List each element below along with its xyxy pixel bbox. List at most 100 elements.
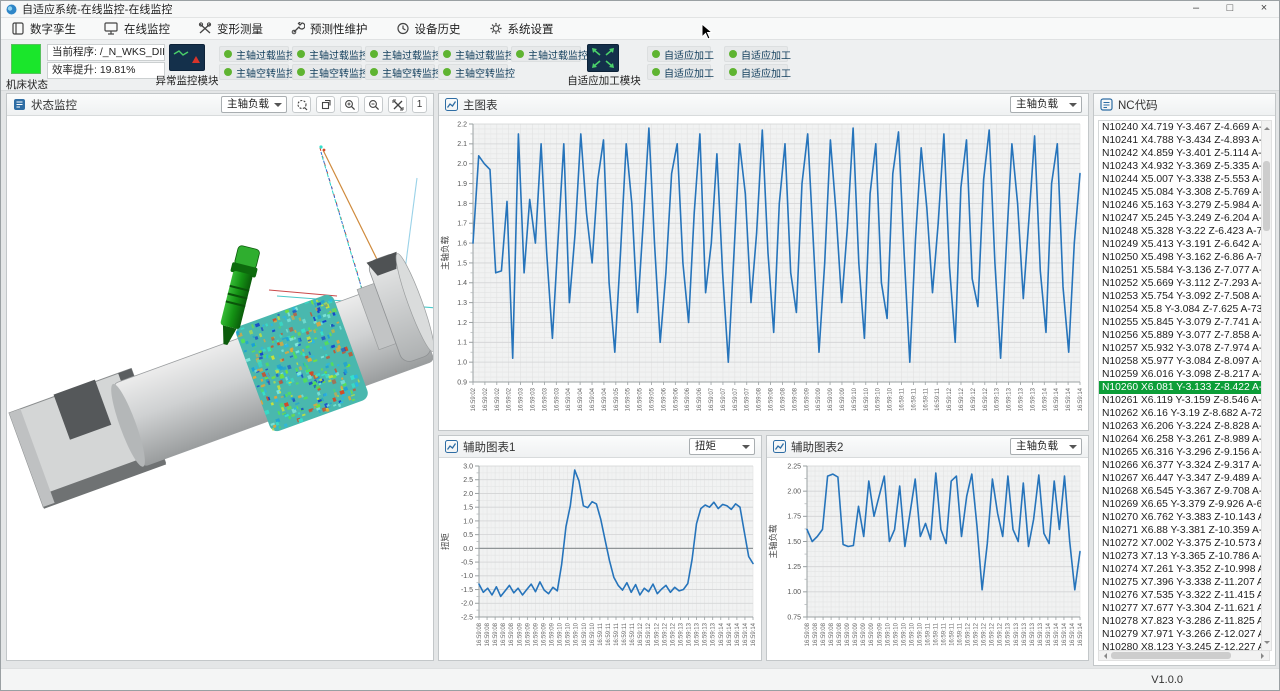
spindle-overload-monitor-button[interactable]: 主轴过载监控 <box>292 46 362 62</box>
nc-code-line[interactable]: N10262 X6.16 Y-3.19 Z-8.682 A-72.534 C <box>1099 407 1261 420</box>
menu-item-system-settings[interactable]: 系统设置 <box>489 21 554 37</box>
menu-item-predictive-maintenance[interactable]: 预测性维护 <box>291 21 368 37</box>
nc-code-line[interactable]: N10277 X7.677 Y-3.304 Z-11.621 A-64.48 <box>1099 602 1261 615</box>
spindle-idle-monitor-button[interactable]: 主轴空转监控 <box>219 64 289 80</box>
nc-code-line[interactable]: N10256 X5.889 Y-3.077 Z-7.858 A-73.348 <box>1099 329 1261 342</box>
idle-monitor-row: 主轴空转监控主轴空转监控主轴空转监控主轴空转监控 <box>219 64 508 80</box>
svg-text:16:59:03: 16:59:03 <box>554 387 560 411</box>
menu-item-online-monitoring[interactable]: 在线监控 <box>104 21 170 37</box>
svg-text:16:59:12: 16:59:12 <box>971 387 977 411</box>
lasso-select-icon[interactable] <box>292 96 311 113</box>
nc-horizontal-scrollbar[interactable] <box>1098 650 1270 661</box>
nc-vertical-scrollbar[interactable] <box>1261 120 1272 651</box>
fit-view-icon[interactable] <box>388 96 407 113</box>
spindle-overload-monitor-button[interactable]: 主轴过载监控 <box>438 46 508 62</box>
nc-code-line[interactable]: N10242 X4.859 Y-3.401 Z-5.114 A-75.775 <box>1099 147 1261 160</box>
adaptive-module-icon[interactable] <box>587 44 619 72</box>
nc-code-line[interactable]: N10266 X6.377 Y-3.324 Z-9.317 A-71.443 <box>1099 459 1261 472</box>
aux-chart2-signal-dropdown[interactable]: 主轴负载 <box>1010 438 1082 455</box>
adaptive-machining-button[interactable]: 自适应加工 <box>647 64 711 80</box>
adaptive-machining-button[interactable]: 自适应加工 <box>724 64 788 80</box>
spindle-overload-monitor-button[interactable]: 主轴过载监控 <box>219 46 289 62</box>
anomaly-module-icon[interactable] <box>169 44 205 71</box>
nc-code-line[interactable]: N10261 X6.119 Y-3.159 Z-8.546 A-72.701 <box>1099 394 1261 407</box>
menu-item-device-history[interactable]: 设备历史 <box>396 21 461 37</box>
nc-code-line[interactable]: N10246 X5.163 Y-3.279 Z-5.984 A-74.892 <box>1099 199 1261 212</box>
nc-code-line[interactable]: N10265 X6.316 Y-3.296 Z-9.156 A-71.771 <box>1099 446 1261 459</box>
nc-code-line[interactable]: N10260 X6.081 Y-3.133 Z-8.422 A-72.835 <box>1099 381 1261 394</box>
svg-text:主轴负载: 主轴负载 <box>440 236 450 271</box>
svg-text:16:59:14: 16:59:14 <box>751 622 757 646</box>
chip-label: 主轴过载监控 <box>382 47 442 62</box>
svg-text:16:59:08: 16:59:08 <box>813 622 819 646</box>
close-button[interactable]: × <box>1247 1 1280 18</box>
nc-code-line[interactable]: N10248 X5.328 Y-3.22 Z-6.423 A-74.52 C <box>1099 225 1261 238</box>
view-count-box[interactable]: 1 <box>412 96 427 113</box>
nc-code-line[interactable]: N10264 X6.258 Y-3.261 Z-8.989 A-72.072 <box>1099 433 1261 446</box>
nc-code-line[interactable]: N10250 X5.498 Y-3.162 Z-6.86 A-74.178 C <box>1099 251 1261 264</box>
nc-code-line[interactable]: N10273 X7.13 Y-3.365 Z-10.786 A-67.372 <box>1099 550 1261 563</box>
nc-code-line[interactable]: N10275 X7.396 Y-3.338 Z-11.207 A-65.95 <box>1099 576 1261 589</box>
menu-item-digital-twin[interactable]: 数字孪生 <box>11 21 76 37</box>
nc-code-line[interactable]: N10279 X7.971 Y-3.266 Z-12.027 A-62.98 <box>1099 628 1261 641</box>
line-chart-icon <box>773 440 786 453</box>
nc-vscroll-thumb[interactable] <box>1263 161 1270 231</box>
orbit-rotate-icon[interactable] <box>316 96 335 113</box>
svg-text:16:59:06: 16:59:06 <box>661 387 667 411</box>
spindle-idle-monitor-button[interactable]: 主轴空转监控 <box>365 64 435 80</box>
nc-code-line[interactable]: N10270 X6.762 Y-3.383 Z-10.143 A-69.34 <box>1099 511 1261 524</box>
spindle-idle-monitor-button[interactable]: 主轴空转监控 <box>438 64 508 80</box>
nc-code-line[interactable]: N10272 X7.002 Y-3.375 Z-10.573 A-68.05 <box>1099 537 1261 550</box>
green-status-dot-icon <box>443 50 451 58</box>
nc-code-line[interactable]: N10240 X4.719 Y-3.467 Z-4.669 A-76.396 <box>1099 121 1261 134</box>
spindle-idle-monitor-button[interactable]: 主轴空转监控 <box>292 64 362 80</box>
zoom-out-icon[interactable] <box>364 96 383 113</box>
spindle-overload-monitor-button[interactable]: 主轴过载监控 <box>365 46 435 62</box>
aux-chart2-plot[interactable]: 0.751.001.251.501.752.002.2516:59:0816:5… <box>767 458 1088 659</box>
nc-code-list[interactable]: N10240 X4.719 Y-3.467 Z-4.669 A-76.396N1… <box>1098 120 1262 651</box>
main-chart-plot[interactable]: 0.91.01.11.21.31.41.51.61.71.81.92.02.12… <box>439 116 1088 430</box>
green-status-dot-icon <box>224 50 232 58</box>
zoom-in-icon[interactable] <box>340 96 359 113</box>
nc-code-line[interactable]: N10241 X4.788 Y-3.434 Z-4.893 A-76.062 <box>1099 134 1261 147</box>
main-chart-signal-dropdown[interactable]: 主轴负载 <box>1010 96 1082 113</box>
minimize-button[interactable]: – <box>1179 1 1213 18</box>
nc-code-line[interactable]: N10252 X5.669 Y-3.112 Z-7.293 A-73.844 <box>1099 277 1261 290</box>
adaptive-machining-button[interactable]: 自适应加工 <box>647 46 711 62</box>
spindle-overload-monitor-button[interactable]: 主轴过载监控 <box>511 46 581 62</box>
nc-code-line[interactable]: N10244 X5.007 Y-3.338 Z-5.553 A-75.297 <box>1099 173 1261 186</box>
nc-hscroll-thumb[interactable] <box>1111 652 1231 659</box>
nc-code-line[interactable]: N10254 X5.8 Y-3.084 Z-7.625 A-73.571 C <box>1099 303 1261 316</box>
adaptive-machining-button[interactable]: 自适应加工 <box>724 46 788 62</box>
nc-code-line[interactable]: N10257 X5.932 Y-3.078 Z-7.974 A-73.243 <box>1099 342 1261 355</box>
nc-code-line[interactable]: N10255 X5.845 Y-3.079 Z-7.741 A-73.458 <box>1099 316 1261 329</box>
3d-model-viewport[interactable] <box>7 116 433 660</box>
nc-code-line[interactable]: N10243 X4.932 Y-3.369 Z-5.335 A-75.523 <box>1099 160 1261 173</box>
nc-code-line[interactable]: N10267 X6.447 Y-3.347 Z-9.489 A-71.055 <box>1099 472 1261 485</box>
svg-text:16:59:12: 16:59:12 <box>654 622 660 646</box>
aux-chart1-plot[interactable]: -2.5-2.0-1.5-1.0-0.50.00.51.01.52.02.53.… <box>439 458 761 659</box>
nc-code-line[interactable]: N10258 X5.977 Y-3.084 Z-8.097 A-73.138 <box>1099 355 1261 368</box>
nc-code-line[interactable]: N10247 X5.245 Y-3.249 Z-6.204 A-74.701 <box>1099 212 1261 225</box>
nc-code-line[interactable]: N10249 X5.413 Y-3.191 Z-6.642 A-74.346 <box>1099 238 1261 251</box>
svg-text:16:59:14: 16:59:14 <box>719 622 725 646</box>
viewport-signal-dropdown[interactable]: 主轴负载 <box>221 96 287 113</box>
nc-code-line[interactable]: N10263 X6.206 Y-3.224 Z-8.828 A-72.33 C <box>1099 420 1261 433</box>
aux-chart1-signal-dropdown[interactable]: 扭矩 <box>689 438 755 455</box>
maximize-button[interactable]: □ <box>1213 1 1247 18</box>
nc-code-line[interactable]: N10278 X7.823 Y-3.286 Z-11.825 A-63.73 <box>1099 615 1261 628</box>
menu-item-deformation-measure[interactable]: 变形测量 <box>198 21 263 37</box>
svg-text:16:59:09: 16:59:09 <box>828 387 834 411</box>
nc-code-line[interactable]: N10251 X5.584 Y-3.136 Z-7.077 A-74.012 <box>1099 264 1261 277</box>
nc-code-line[interactable]: N10274 X7.261 Y-3.352 Z-10.998 A-66.67 <box>1099 563 1261 576</box>
svg-text:16:59:09: 16:59:09 <box>861 622 867 646</box>
nc-code-line[interactable]: N10276 X7.535 Y-3.322 Z-11.415 A-65.22 <box>1099 589 1261 602</box>
nc-code-line[interactable]: N10269 X6.65 Y-3.379 Z-9.926 A-69.947 C <box>1099 498 1261 511</box>
nc-code-line[interactable]: N10259 X6.016 Y-3.098 Z-8.217 A-73.036 <box>1099 368 1261 381</box>
nc-code-line[interactable]: N10245 X5.084 Y-3.308 Z-5.769 A-75.088 <box>1099 186 1261 199</box>
adaptive-row-1: 自适应加工自适应加工 <box>647 46 788 62</box>
svg-text:16:59:14: 16:59:14 <box>1046 622 1052 646</box>
nc-code-line[interactable]: N10253 X5.754 Y-3.092 Z-7.508 A-73.677 <box>1099 290 1261 303</box>
nc-code-line[interactable]: N10271 X6.88 Y-3.381 Z-10.359 A-68.711 <box>1099 524 1261 537</box>
nc-code-line[interactable]: N10268 X6.545 Y-3.367 Z-9.708 A-70.519 <box>1099 485 1261 498</box>
